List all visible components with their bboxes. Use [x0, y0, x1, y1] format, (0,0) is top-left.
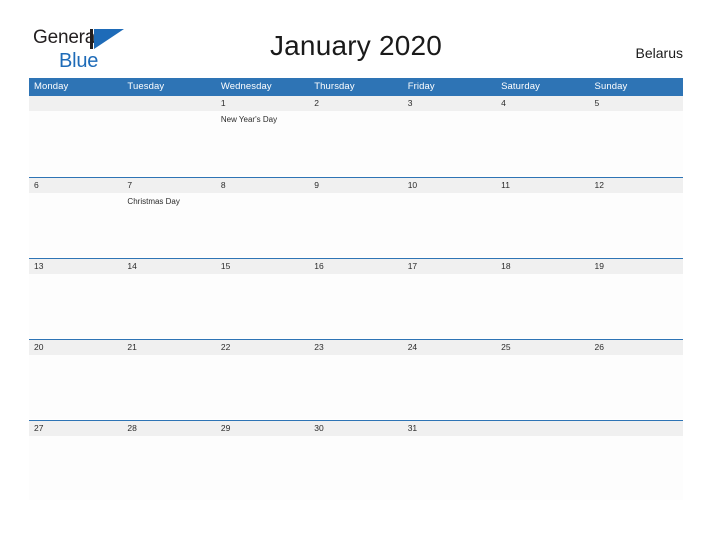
- day-number[interactable]: 30: [309, 421, 402, 436]
- day-cell[interactable]: [590, 436, 683, 500]
- day-cell[interactable]: [403, 111, 496, 175]
- day-cell[interactable]: [403, 274, 496, 338]
- week-body-band: [29, 436, 683, 500]
- week-daynumber-band: 13 14 15 16 17 18 19: [29, 259, 683, 274]
- day-number[interactable]: 17: [403, 259, 496, 274]
- day-cell[interactable]: Christmas Day: [122, 193, 215, 257]
- day-number[interactable]: 16: [309, 259, 402, 274]
- day-cell[interactable]: [216, 193, 309, 257]
- week-body-band: [29, 274, 683, 338]
- day-cell[interactable]: [122, 355, 215, 419]
- day-number[interactable]: 1: [216, 96, 309, 111]
- day-cell[interactable]: [29, 274, 122, 338]
- day-number[interactable]: 24: [403, 340, 496, 355]
- day-cell[interactable]: [590, 274, 683, 338]
- page-title: January 2020: [269, 30, 443, 61]
- day-cell[interactable]: [29, 111, 122, 175]
- day-number[interactable]: 21: [122, 340, 215, 355]
- day-number[interactable]: 12: [590, 178, 683, 193]
- day-cell[interactable]: [403, 436, 496, 500]
- day-number[interactable]: 8: [216, 178, 309, 193]
- day-number[interactable]: 4: [496, 96, 589, 111]
- weekday-header-thursday: Thursday: [314, 81, 355, 92]
- day-number[interactable]: 11: [496, 178, 589, 193]
- day-number[interactable]: 18: [496, 259, 589, 274]
- day-cell[interactable]: New Year's Day: [216, 111, 309, 175]
- day-number[interactable]: 23: [309, 340, 402, 355]
- week-body-band: [29, 355, 683, 419]
- day-cell[interactable]: [496, 193, 589, 257]
- day-cell[interactable]: [309, 193, 402, 257]
- day-number[interactable]: 13: [29, 259, 122, 274]
- day-number[interactable]: 31: [403, 421, 496, 436]
- day-cell[interactable]: [29, 436, 122, 500]
- day-number[interactable]: 10: [403, 178, 496, 193]
- day-cell[interactable]: [496, 274, 589, 338]
- weekday-header-friday: Friday: [407, 81, 435, 92]
- weekday-header-row: Monday Tuesday Wednesday Thursday Friday…: [29, 78, 683, 96]
- week-row: 13 14 15 16 17 18 19: [29, 258, 683, 339]
- day-cell[interactable]: [590, 193, 683, 257]
- week-daynumber-band: 6 7 8 9 10 11 12: [29, 178, 683, 193]
- day-cell[interactable]: [403, 193, 496, 257]
- day-cell[interactable]: [216, 436, 309, 500]
- week-row: 6 7 8 9 10 11 12 Christmas Day: [29, 177, 683, 258]
- day-number[interactable]: [122, 96, 215, 111]
- day-cell[interactable]: [309, 274, 402, 338]
- week-body-band: Christmas Day: [29, 193, 683, 257]
- day-number[interactable]: 9: [309, 178, 402, 193]
- day-number[interactable]: [590, 421, 683, 436]
- day-cell[interactable]: [590, 355, 683, 419]
- day-cell[interactable]: [496, 355, 589, 419]
- week-daynumber-band: 27 28 29 30 31: [29, 421, 683, 436]
- week-row: 20 21 22 23 24 25 26: [29, 339, 683, 420]
- week-daynumber-band: 1 2 3 4 5: [29, 96, 683, 111]
- day-cell[interactable]: [309, 355, 402, 419]
- day-number[interactable]: 25: [496, 340, 589, 355]
- day-event: Christmas Day: [127, 197, 180, 206]
- day-number[interactable]: [496, 421, 589, 436]
- day-number[interactable]: 3: [403, 96, 496, 111]
- day-number[interactable]: 15: [216, 259, 309, 274]
- day-cell[interactable]: [122, 436, 215, 500]
- day-cell[interactable]: [403, 355, 496, 419]
- weekday-header-tuesday: Tuesday: [127, 81, 165, 92]
- day-number[interactable]: 5: [590, 96, 683, 111]
- day-cell[interactable]: [122, 111, 215, 175]
- day-number[interactable]: 26: [590, 340, 683, 355]
- page-header: General Blue January 2020 Belarus: [0, 0, 712, 78]
- week-daynumber-band: 20 21 22 23 24 25 26: [29, 340, 683, 355]
- weekday-header-saturday: Saturday: [501, 81, 540, 92]
- week-body-band: New Year's Day: [29, 111, 683, 175]
- day-number[interactable]: 2: [309, 96, 402, 111]
- day-cell[interactable]: [216, 355, 309, 419]
- day-cell[interactable]: [309, 436, 402, 500]
- day-number[interactable]: 6: [29, 178, 122, 193]
- day-cell[interactable]: [29, 193, 122, 257]
- day-number[interactable]: [29, 96, 122, 111]
- country-label: Belarus: [635, 45, 683, 61]
- day-cell[interactable]: [496, 111, 589, 175]
- day-cell[interactable]: [216, 274, 309, 338]
- day-number[interactable]: 7: [122, 178, 215, 193]
- day-number[interactable]: 28: [122, 421, 215, 436]
- day-number[interactable]: 20: [29, 340, 122, 355]
- day-number[interactable]: 22: [216, 340, 309, 355]
- day-cell[interactable]: [496, 436, 589, 500]
- calendar-grid: Monday Tuesday Wednesday Thursday Friday…: [29, 78, 683, 501]
- day-number[interactable]: 29: [216, 421, 309, 436]
- week-row: 1 2 3 4 5 New Year's Day: [29, 96, 683, 177]
- day-cell[interactable]: [29, 355, 122, 419]
- day-cell[interactable]: [590, 111, 683, 175]
- day-number[interactable]: 27: [29, 421, 122, 436]
- day-cell[interactable]: [122, 274, 215, 338]
- day-cell[interactable]: [309, 111, 402, 175]
- week-row: 27 28 29 30 31: [29, 420, 683, 501]
- weekday-header-sunday: Sunday: [594, 81, 628, 92]
- day-number[interactable]: 19: [590, 259, 683, 274]
- weekday-header-monday: Monday: [34, 81, 69, 92]
- weekday-header-wednesday: Wednesday: [220, 81, 272, 92]
- day-event: New Year's Day: [220, 115, 278, 124]
- day-number[interactable]: 14: [122, 259, 215, 274]
